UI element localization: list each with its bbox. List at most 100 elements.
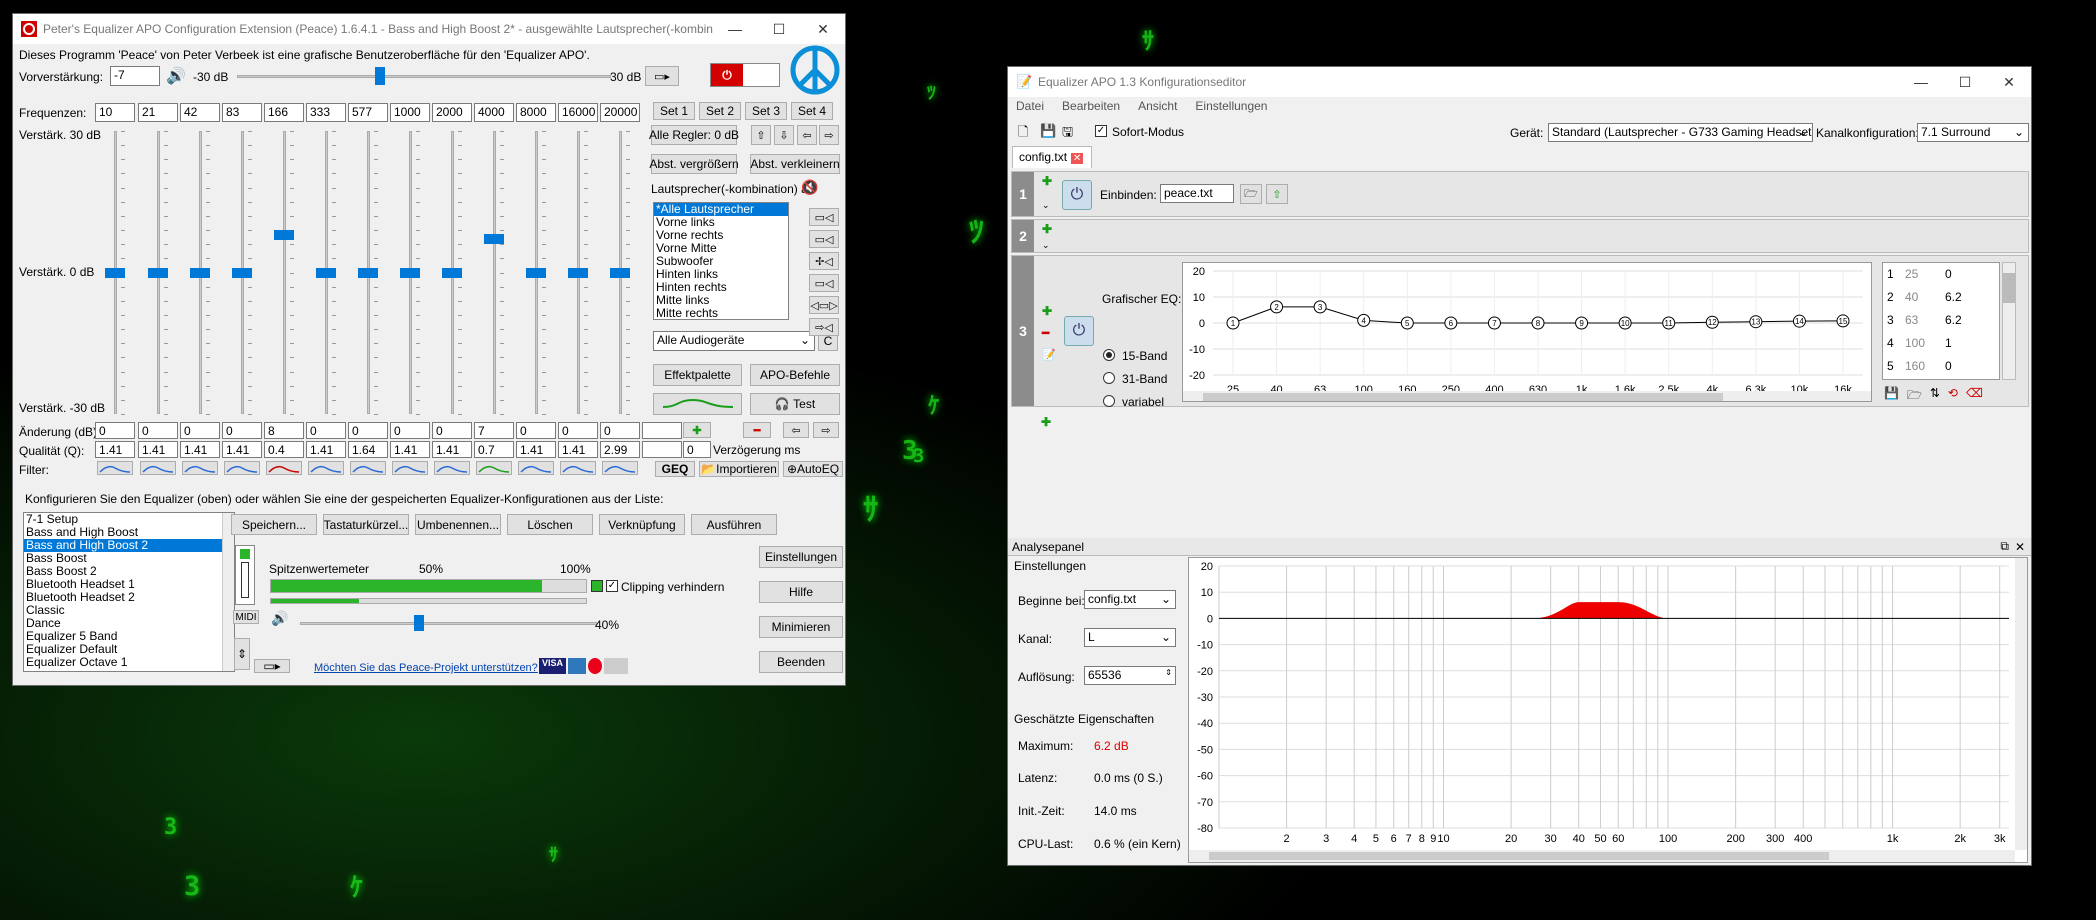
arrow-left-icon[interactable]: ⇦ [797,125,817,145]
close-panel-icon[interactable]: ✕ [2015,540,2025,554]
power-icon[interactable]: ⏻ [1064,316,1094,346]
mono-speaker-icon[interactable]: ▭◁ [809,208,839,226]
band15-radio[interactable] [1103,349,1115,361]
geq-graph[interactable]: 20100-10-2025 40 63 100 160 250 400 630 1k 1.6k 2.… [1182,262,1872,402]
freq-input[interactable]: 21 [138,103,178,122]
add-filter-icon[interactable]: ✚ [1042,304,1052,318]
eq-slider-thumb[interactable] [274,229,294,240]
side-button[interactable]: Beenden [759,651,843,673]
table-cell[interactable]: 25 [1905,267,1918,281]
geq-table[interactable]: 1 25 0 2 40 6.2 3 63 6.2 4 100 1 5 160 0 [1882,262,2000,380]
change-input[interactable] [642,422,682,439]
eq-slider-thumb[interactable] [316,267,336,278]
analysis-graph[interactable]: 20100-10-20-30-40-50-60-70-802 3 4 5 6 7 8 9 10 2… [1188,557,2028,863]
config-action-button[interactable]: Tastaturkürzel... [323,514,409,535]
geq-table-scrollbar[interactable] [2002,262,2016,380]
analysis-hscroll-thumb[interactable] [1209,852,1829,860]
menu-item[interactable]: Datei [1016,99,1044,119]
minus-icon[interactable]: ━ [743,422,771,438]
test-button[interactable]: 🎧 Test [750,393,840,415]
arrow-right-icon[interactable]: ⇨ [819,125,839,145]
open-file-icon[interactable]: 🗁 [1240,184,1262,204]
freq-input[interactable]: 83 [222,103,262,122]
save-icon[interactable]: 💾 [1040,123,1056,139]
set-button[interactable]: Set 3 [745,102,787,120]
sofort-checkbox[interactable]: ✓ [1095,125,1107,137]
filter-type-icon[interactable] [560,461,596,475]
load-icon[interactable]: 🗁 [1907,386,1922,407]
change-input[interactable]: 0 [180,422,220,439]
change-input[interactable]: 0 [390,422,430,439]
clear-icon[interactable]: ⌫ [1966,386,1983,407]
maximize-button[interactable]: ☐ [757,21,801,38]
midi-button[interactable]: MIDI [233,610,259,624]
freq-input[interactable]: 333 [306,103,346,122]
change-input[interactable]: 8 [264,422,304,439]
set-button[interactable]: Set 2 [699,102,741,120]
q-input[interactable]: 0.7 [474,441,514,458]
q-input[interactable]: 1.41 [432,441,472,458]
q-input[interactable]: 0.4 [264,441,304,458]
freq-input[interactable]: 20000 [600,103,640,122]
eq-slider-thumb[interactable] [400,267,420,278]
change-input[interactable]: 0 [306,422,346,439]
import-button[interactable]: 📂 Importieren [699,461,779,477]
add-filter-icon[interactable]: ✚ [1042,174,1052,188]
table-cell[interactable]: 160 [1905,359,1925,373]
menu-item[interactable]: Ansicht [1138,99,1177,119]
change-input[interactable]: 0 [222,422,262,439]
freq-input[interactable]: 577 [348,103,388,122]
set-button[interactable]: Set 1 [653,102,695,120]
q-input[interactable]: 1.41 [180,441,220,458]
speaker-item[interactable]: Mitte rechts [654,307,788,320]
q-input[interactable]: 2.99 [600,441,640,458]
filter-type-icon[interactable] [97,461,133,475]
filter-type-icon[interactable] [140,461,176,475]
filter-type-icon[interactable] [308,461,344,475]
freq-input[interactable]: 10 [95,103,135,122]
freq-input[interactable]: 8000 [516,103,556,122]
filter-type-icon[interactable] [476,461,512,475]
change-input[interactable]: 0 [600,422,640,439]
device-select[interactable]: Alle Audiogeräte ⌄ [653,331,815,351]
arrow-down-icon[interactable]: ⇩ [774,125,794,145]
eq-slider-thumb[interactable] [105,267,125,278]
filter-type-icon[interactable] [224,461,260,475]
change-input[interactable]: 0 [516,422,556,439]
change-input[interactable]: 7 [474,422,514,439]
shift-right-icon[interactable]: ⇨ [813,422,839,438]
eq-slider-thumb[interactable] [148,267,168,278]
close-button[interactable]: ✕ [801,21,845,38]
edit-icon[interactable]: 📝 [1042,348,1056,361]
preamp-slider-thumb[interactable] [375,67,386,85]
q-input[interactable]: 1.41 [222,441,262,458]
spinner-icon[interactable]: ⇕ [1165,668,1172,677]
config-action-button[interactable]: Ausführen [691,514,777,535]
freq-input[interactable]: 2000 [432,103,472,122]
filter-type-icon[interactable] [518,461,554,475]
freq-input[interactable]: 16000 [558,103,598,122]
geq-hscroll-thumb[interactable] [1203,393,1723,401]
apo-maximize-button[interactable]: ☐ [1943,74,1987,91]
q-input[interactable]: 1.41 [95,441,135,458]
speaker-icon[interactable]: 🔊 [166,66,186,86]
kanal2-select[interactable]: L ⌄ [1084,628,1176,647]
all-regler-button[interactable]: Alle Regler: 0 dB [649,125,739,145]
q-input[interactable]: 1.64 [348,441,388,458]
config-scrollbar[interactable] [222,513,234,671]
kanal-select[interactable]: 7.1 Surround ⌄ [1917,123,2029,142]
q-input[interactable]: 1.41 [306,441,346,458]
filter-type-icon[interactable] [602,461,638,475]
front-speaker-icon[interactable]: ▭◁ [809,230,839,248]
table-cell[interactable]: 6.2 [1945,290,1962,304]
menu-item[interactable]: Einstellungen [1195,99,1267,119]
eq-slider-thumb[interactable] [610,267,630,278]
new-file-icon[interactable]: 🗋 [1018,123,1028,145]
geq-button[interactable]: GEQ [655,461,695,477]
clipping-checkbox[interactable]: ✓ [606,580,618,592]
surround-speaker-icon[interactable]: ✢◁ [809,252,839,270]
wide-view-icon[interactable]: ▭▸ [645,66,679,86]
table-cell[interactable]: 1 [1945,336,1952,350]
goto-file-icon[interactable]: ⇧ [1266,184,1288,204]
minimize-button[interactable]: — [713,21,757,37]
